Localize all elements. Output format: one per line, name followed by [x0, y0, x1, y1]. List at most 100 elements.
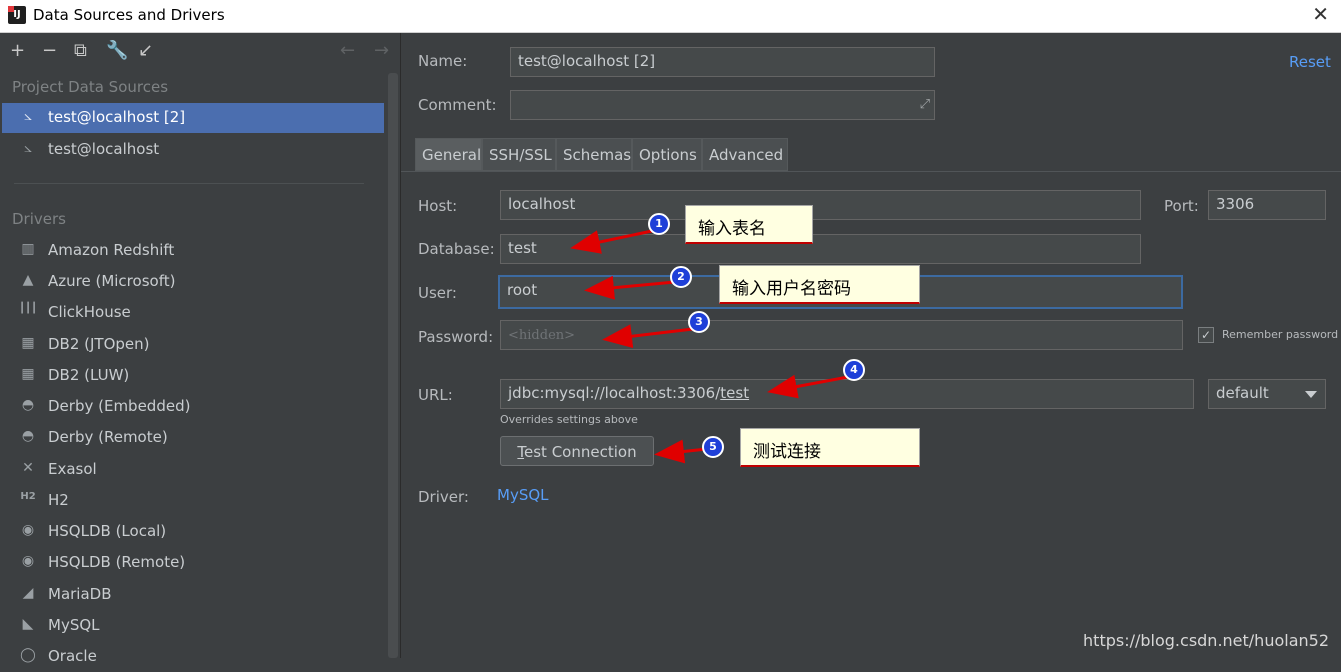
driver-item[interactable]: ◯ Oracle — [2, 642, 384, 672]
mysql-dolphin-icon: ⦣ — [23, 108, 33, 124]
driver-item[interactable]: ✕ Exasol — [2, 455, 384, 485]
intellij-app-icon: IJ — [8, 6, 26, 24]
port-label: Port: — [1164, 197, 1199, 215]
test-connection-button[interactable]: Test Connection — [500, 436, 654, 466]
clickhouse-icon: ┃┃┃ — [18, 303, 38, 314]
database-label: Database: — [418, 240, 495, 258]
driver-label: DB2 (JTOpen) — [48, 335, 150, 353]
oracle-icon: ◯ — [20, 647, 36, 663]
add-icon[interactable]: + — [10, 40, 25, 61]
driver-item[interactable]: ◓ Derby (Embedded) — [2, 392, 384, 422]
remember-password-checkbox[interactable]: ✓ — [1198, 327, 1214, 343]
datasource-item[interactable]: ⦣ test@localhost — [2, 135, 384, 165]
url-hint: Overrides settings above — [500, 413, 638, 426]
driver-label: Amazon Redshift — [48, 241, 175, 259]
datasource-item[interactable]: ⦣ test@localhost [2] — [2, 103, 384, 133]
left-scrollbar[interactable] — [388, 73, 398, 658]
url-mode-select[interactable]: default — [1208, 379, 1326, 409]
driver-item[interactable]: ◣ MySQL — [2, 611, 384, 641]
chevron-down-icon — [1305, 391, 1317, 398]
driver-label: Derby (Remote) — [48, 428, 168, 446]
tab-schemas[interactable]: Schemas — [556, 138, 632, 171]
driver-item[interactable]: H2 H2 — [2, 486, 384, 516]
url-field[interactable]: jdbc:mysql://localhost:3306/test — [500, 379, 1194, 409]
database-field[interactable]: test — [500, 234, 1141, 264]
driver-label: HSQLDB (Remote) — [48, 553, 186, 571]
divider — [14, 183, 364, 184]
tab-general[interactable]: General — [415, 138, 482, 171]
drivers-heading: Drivers — [12, 210, 66, 228]
driver-item[interactable]: ┃┃┃ ClickHouse — [2, 298, 384, 328]
duplicate-icon[interactable]: ⧉ — [74, 40, 87, 61]
reset-link[interactable]: Reset — [1289, 53, 1331, 71]
window-title: Data Sources and Drivers — [33, 6, 225, 24]
annotation-note-5: 测试连接 — [740, 428, 920, 467]
driver-item[interactable]: ▦ DB2 (LUW) — [2, 361, 384, 391]
annotation-badge-4: 4 — [843, 359, 865, 381]
azure-icon: ▲ — [22, 272, 34, 288]
ibm-db2-icon: ▦ — [21, 335, 35, 351]
tab-ssh-ssl[interactable]: SSH/SSL — [482, 138, 556, 171]
general-tab-panel: Host: localhost Port: 3306 Database: tes… — [401, 171, 1341, 659]
name-field[interactable]: test@localhost [2] — [510, 47, 935, 77]
driver-label: H2 — [48, 491, 69, 509]
driver-item[interactable]: ◉ HSQLDB (Local) — [2, 517, 384, 547]
url-label: URL: — [418, 386, 453, 404]
import-icon[interactable]: ↙ — [138, 40, 153, 61]
mysql-dolphin-icon: ◣ — [22, 616, 34, 632]
back-arrow-icon[interactable]: ← — [340, 40, 355, 61]
remember-password-label: Remember password — [1222, 328, 1339, 341]
driver-label: Driver: — [418, 488, 469, 506]
hsqldb-icon: ◉ — [21, 522, 35, 538]
comment-field[interactable]: ⤢ — [510, 90, 935, 120]
driver-item[interactable]: ▥ Amazon Redshift — [2, 236, 384, 266]
mariadb-icon: ◢ — [22, 585, 34, 601]
hsqldb-icon: ◉ — [21, 553, 35, 569]
driver-item[interactable]: ◢ MariaDB — [2, 580, 384, 610]
tab-options[interactable]: Options — [632, 138, 702, 171]
wrench-icon[interactable]: 🔧 — [106, 40, 128, 61]
left-panel: + − ⧉ 🔧 ↙ ← → Project Data Sources ⦣ tes… — [0, 33, 401, 665]
annotation-badge-1: 1 — [648, 213, 670, 235]
user-label: User: — [418, 284, 457, 302]
annotation-badge-5: 5 — [702, 436, 724, 458]
remove-icon[interactable]: − — [42, 40, 57, 61]
driver-label: DB2 (LUW) — [48, 366, 130, 384]
datasource-label: test@localhost [2] — [48, 108, 186, 126]
driver-label: ClickHouse — [48, 303, 131, 321]
h2-icon: H2 — [20, 491, 36, 502]
driver-label: Oracle — [48, 647, 97, 665]
close-icon[interactable]: ✕ — [1312, 2, 1329, 26]
port-field[interactable]: 3306 — [1208, 190, 1326, 220]
name-label: Name: — [418, 52, 468, 70]
derby-hat-icon: ◓ — [21, 397, 35, 413]
host-field[interactable]: localhost — [500, 190, 1141, 220]
driver-label: HSQLDB (Local) — [48, 522, 167, 540]
url-database: test — [720, 384, 750, 402]
driver-item[interactable]: ◓ Derby (Remote) — [2, 423, 384, 453]
mysql-dolphin-icon: ⦣ — [23, 140, 33, 156]
driver-label: Exasol — [48, 460, 97, 478]
comment-label: Comment: — [418, 96, 497, 114]
driver-label: MariaDB — [48, 585, 112, 603]
right-panel: Name: test@localhost [2] Reset Comment: … — [401, 33, 1341, 659]
driver-label: Azure (Microsoft) — [48, 272, 176, 290]
tab-advanced[interactable]: Advanced — [702, 138, 788, 171]
annotation-badge-2: 2 — [670, 266, 692, 288]
password-field[interactable]: <hidden> — [500, 320, 1183, 350]
driver-label: Derby (Embedded) — [48, 397, 191, 415]
host-label: Host: — [418, 197, 458, 215]
watermark: https://blog.csdn.net/huolan52 — [1083, 631, 1329, 650]
driver-link[interactable]: MySQL — [497, 486, 549, 504]
datasource-label: test@localhost — [48, 140, 160, 158]
title-bar: IJ Data Sources and Drivers ✕ — [0, 0, 1341, 33]
driver-item[interactable]: ▦ DB2 (JTOpen) — [2, 330, 384, 360]
forward-arrow-icon[interactable]: → — [374, 40, 389, 61]
password-label: Password: — [418, 328, 494, 346]
exasol-icon: ✕ — [22, 460, 34, 476]
url-prefix: jdbc:mysql://localhost:3306/ — [508, 384, 721, 402]
expand-icon[interactable]: ⤢ — [920, 97, 930, 112]
driver-item[interactable]: ◉ HSQLDB (Remote) — [2, 548, 384, 578]
driver-item[interactable]: ▲ Azure (Microsoft) — [2, 267, 384, 297]
derby-hat-icon: ◓ — [21, 428, 35, 444]
